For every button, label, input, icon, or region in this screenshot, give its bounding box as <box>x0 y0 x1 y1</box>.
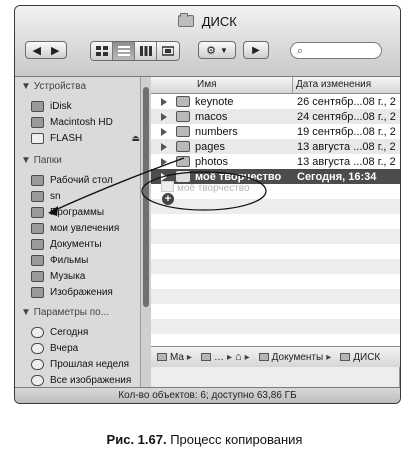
caption-label: Рис. 1.67. <box>106 432 167 447</box>
caption-text: Процесс копирования <box>166 432 303 447</box>
drag-arrow-head-icon <box>48 206 58 216</box>
copy-badge-icon: + <box>162 193 174 205</box>
figure: ДИСК ◀ ▶ ⚙ ▼ ▶ ⌕ ▼ Устройства iDisk Maci… <box>0 0 409 450</box>
folder-icon <box>161 181 174 192</box>
drag-annotation <box>48 157 267 216</box>
drag-ghost: моё творчество <box>161 181 250 194</box>
figure-caption: Рис. 1.67. Процесс копирования <box>0 432 409 447</box>
